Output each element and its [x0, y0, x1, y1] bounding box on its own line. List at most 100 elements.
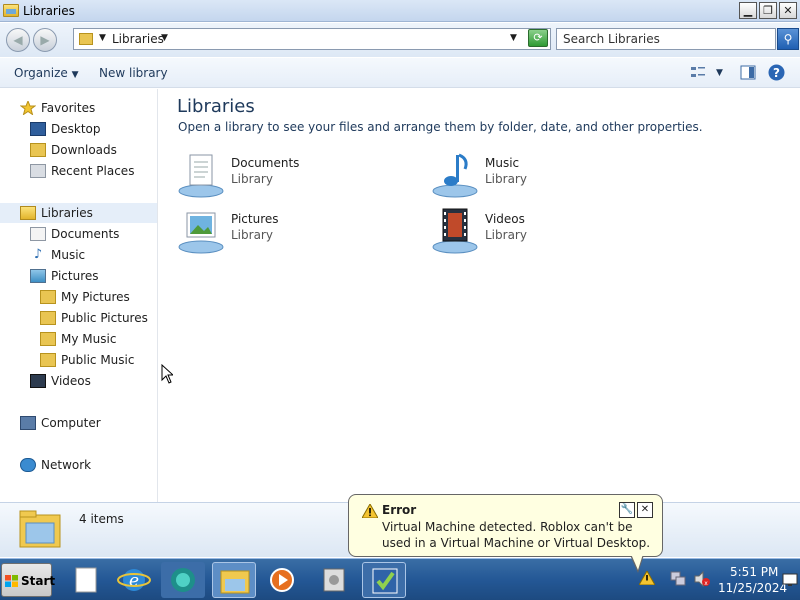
sidebar-item-my-music[interactable]: My Music	[40, 329, 116, 349]
disk-drive-icon	[323, 568, 345, 592]
minimize-button[interactable]: ▁	[739, 2, 757, 19]
folder-icon	[220, 570, 250, 594]
help-icon[interactable]: ?	[768, 64, 785, 81]
balloon-pointer-fill	[631, 554, 643, 570]
search-input[interactable]: Search Libraries	[556, 28, 776, 50]
sidebar-item-public-pictures[interactable]: Public Pictures	[40, 308, 148, 328]
show-desktop-icon[interactable]	[782, 573, 798, 587]
document-icon	[75, 567, 97, 593]
title-bar: Libraries ▁ ❐ ✕	[0, 0, 800, 22]
recent-places-icon	[30, 163, 46, 178]
taskbar-notepad-button[interactable]	[64, 562, 108, 598]
library-music[interactable]: Music Library	[431, 151, 651, 201]
library-type: Library	[485, 228, 527, 242]
chevron-down-icon[interactable]: ▼	[161, 33, 168, 43]
navigation-bar: ◀ ▶ ▼ Libraries ▼ ▼ ⟳ Search Libraries ⚲	[0, 23, 800, 57]
library-name: Music	[485, 156, 520, 170]
address-history-dropdown-icon[interactable]: ▼	[510, 33, 517, 43]
mouse-cursor-icon	[161, 364, 173, 384]
system-tray: x 5:51 PM 11/25/2024	[630, 559, 800, 600]
content-pane: Libraries Open a library to see your fil…	[159, 89, 800, 502]
sidebar-item-videos[interactable]: Videos	[30, 371, 91, 391]
sidebar-item-network[interactable]: Network	[20, 455, 91, 475]
error-notification-balloon[interactable]: Error 🔧 ✕ Virtual Machine detected. Robl…	[348, 494, 663, 557]
sidebar-item-documents[interactable]: Documents	[30, 224, 119, 244]
view-dropdown-icon[interactable]: ▼	[716, 68, 723, 78]
tray-warning-icon[interactable]	[639, 571, 655, 585]
sidebar-item-downloads[interactable]: Downloads	[30, 140, 117, 160]
libraries-folder-icon	[3, 4, 19, 17]
film-icon	[30, 373, 46, 388]
taskbar-roblox-button[interactable]	[161, 562, 205, 598]
windows-logo-icon	[5, 575, 18, 587]
item-count: 4 items	[79, 512, 124, 526]
clock-date[interactable]: 11/25/2024	[718, 581, 787, 595]
sidebar-item-public-music[interactable]: Public Music	[40, 350, 134, 370]
library-pictures[interactable]: Pictures Library	[177, 207, 397, 257]
library-name: Pictures	[231, 212, 279, 226]
sidebar-item-libraries[interactable]: Libraries	[0, 203, 157, 223]
start-button[interactable]: Start	[1, 563, 56, 597]
navigation-pane: Favorites Desktop Downloads Recent Place…	[0, 89, 158, 502]
taskbar-task-scheduler-button[interactable]	[362, 562, 406, 598]
roblox-app-icon	[171, 568, 195, 592]
taskbar: Start e x 5:51 PM 11/25/2024	[0, 558, 800, 600]
sidebar-item-recent-places[interactable]: Recent Places	[30, 161, 134, 181]
preview-pane-icon[interactable]	[740, 65, 756, 80]
clock-time[interactable]: 5:51 PM	[730, 565, 778, 579]
search-icon[interactable]: ⚲	[777, 28, 799, 50]
maximize-button[interactable]: ❐	[759, 2, 777, 19]
sidebar-public-music-label: Public Music	[61, 353, 135, 367]
breadcrumb-libraries[interactable]: Libraries	[112, 32, 164, 46]
address-bar[interactable]: ▼ Libraries ▼ ▼	[73, 28, 551, 50]
breadcrumb-arrow-icon[interactable]: ▼	[99, 33, 106, 43]
library-videos[interactable]: Videos Library	[431, 207, 651, 257]
sidebar-computer-label: Computer	[41, 416, 101, 430]
forward-button[interactable]: ▶	[33, 28, 57, 52]
sidebar-item-computer[interactable]: Computer	[20, 413, 101, 433]
taskbar-internet-explorer-button[interactable]: e	[112, 562, 156, 598]
taskbar-disk-button[interactable]	[312, 562, 356, 598]
music-library-icon	[432, 153, 478, 198]
start-label: Start	[21, 574, 56, 588]
sidebar-item-music[interactable]: ♪ Music	[30, 245, 85, 265]
balloon-close-button[interactable]: ✕	[637, 502, 653, 518]
computer-icon	[20, 415, 36, 430]
new-library-button[interactable]: New library	[99, 66, 168, 80]
music-note-icon: ♪	[33, 246, 43, 262]
network-status-icon[interactable]	[670, 571, 686, 587]
sidebar-my-pictures-label: My Pictures	[61, 290, 130, 304]
network-icon	[20, 457, 36, 472]
organize-button[interactable]: Organize ▼	[14, 66, 79, 80]
library-type: Library	[485, 172, 527, 186]
change-view-icon[interactable]	[690, 65, 706, 80]
svg-text:?: ?	[773, 66, 780, 80]
sidebar-libraries-label: Libraries	[41, 206, 93, 220]
taskbar-media-player-button[interactable]	[260, 562, 304, 598]
libraries-folder-icon	[20, 205, 36, 220]
balloon-options-button[interactable]: 🔧	[619, 502, 635, 518]
close-button[interactable]: ✕	[779, 2, 797, 19]
sidebar-music-label: Music	[51, 248, 86, 262]
taskbar-explorer-button[interactable]	[212, 562, 256, 598]
sidebar-item-my-pictures[interactable]: My Pictures	[40, 287, 130, 307]
sidebar-item-desktop[interactable]: Desktop	[30, 119, 101, 139]
documents-library-icon	[178, 154, 224, 198]
libraries-folder-icon	[79, 33, 93, 45]
refresh-button[interactable]: ⟳	[528, 29, 548, 47]
command-bar: Organize ▼ New library ▼ ?	[0, 58, 800, 88]
checklist-icon	[372, 568, 398, 594]
internet-explorer-icon: e	[117, 569, 151, 591]
libraries-folder-icon	[19, 510, 61, 548]
pictures-library-icon	[178, 212, 224, 254]
library-documents[interactable]: Documents Library	[177, 151, 397, 201]
sidebar-item-pictures[interactable]: Pictures	[30, 266, 99, 286]
sidebar-item-favorites[interactable]: Favorites	[19, 98, 95, 118]
warning-icon	[362, 504, 378, 518]
sidebar-documents-label: Documents	[51, 227, 120, 241]
organize-label: Organize	[14, 66, 68, 80]
library-name: Documents	[231, 156, 300, 170]
sidebar-downloads-label: Downloads	[51, 143, 117, 157]
volume-muted-icon[interactable]: x	[694, 571, 710, 587]
back-button[interactable]: ◀	[6, 28, 30, 52]
